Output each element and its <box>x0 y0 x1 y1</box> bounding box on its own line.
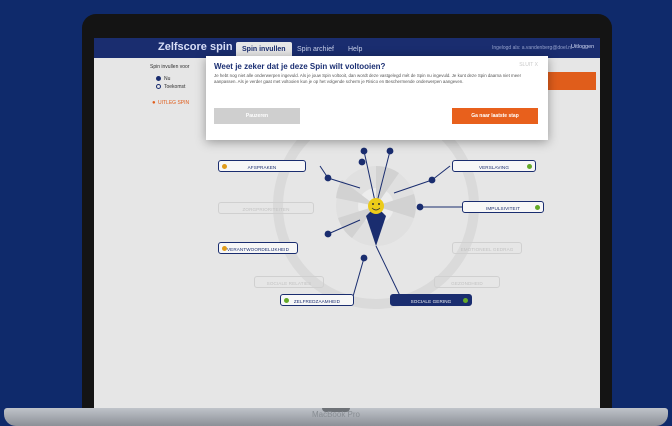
device-label: MacBook Pro <box>311 410 361 419</box>
go-to-last-step-button[interactable]: Ga naar laatste stap <box>452 108 538 124</box>
dialog-body-text: Je hebt nog niet alle onderwerpen ingevu… <box>214 73 522 84</box>
pause-button[interactable]: Pauzeren <box>214 108 300 124</box>
confirm-dialog: Weet je zeker dat je deze Spin wilt volt… <box>206 56 548 140</box>
dialog-close-button[interactable]: SLUIT X <box>519 62 538 68</box>
dialog-title: Weet je zeker dat je deze Spin wilt volt… <box>214 62 386 71</box>
app-screen: Zelfscore spin Spin invullen Spin archie… <box>94 38 600 408</box>
